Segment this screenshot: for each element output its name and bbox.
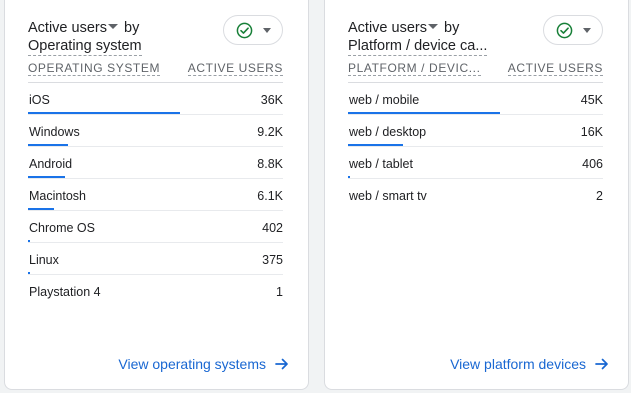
table-row[interactable]: Chrome OS 402 xyxy=(28,211,283,243)
column-header-dimension[interactable]: Platform / devic... xyxy=(348,61,481,76)
table-row[interactable]: Android 8.8K xyxy=(28,147,283,179)
row-value: 45K xyxy=(580,93,603,107)
arrow-right-icon xyxy=(595,358,608,370)
row-value: 402 xyxy=(262,221,283,235)
link-label: View platform devices xyxy=(450,356,586,372)
row-value: 9.2K xyxy=(257,125,283,139)
row-label: web / smart tv xyxy=(349,189,427,203)
column-header-metric[interactable]: Active users xyxy=(187,61,283,76)
table-header: Platform / devic... Active users xyxy=(348,57,603,83)
caret-down-icon xyxy=(262,27,271,33)
row-label: Chrome OS xyxy=(29,221,95,235)
row-label: web / mobile xyxy=(349,93,420,107)
dimension-label[interactable]: Platform / device ca... xyxy=(348,38,488,56)
share-bar xyxy=(28,112,180,114)
row-label: Macintosh xyxy=(29,189,86,203)
table-row[interactable]: web / desktop 16K xyxy=(348,115,603,147)
row-label: Linux xyxy=(29,253,59,267)
table-row[interactable]: web / smart tv 2 xyxy=(348,179,603,211)
row-label: Windows xyxy=(29,125,80,139)
row-value: 16K xyxy=(580,125,603,139)
row-value: 2 xyxy=(596,189,603,203)
title-by: by xyxy=(124,20,140,36)
row-value: 406 xyxy=(582,157,603,171)
arrow-right-icon xyxy=(275,358,288,370)
link-label: View operating systems xyxy=(118,356,266,372)
row-value: 1 xyxy=(276,285,283,299)
caret-down-icon xyxy=(582,27,591,33)
table-row[interactable]: Macintosh 6.1K xyxy=(28,179,283,211)
row-value: 375 xyxy=(262,253,283,267)
table-row[interactable]: Playstation 4 1 xyxy=(28,275,283,307)
row-label: Android xyxy=(29,157,73,171)
dashboard-stage: Active users by Operating system Operati… xyxy=(0,0,631,393)
column-header-dimension[interactable]: Operating system xyxy=(28,61,161,76)
share-bar xyxy=(348,112,500,114)
row-label: web / desktop xyxy=(349,125,427,139)
caret-down-icon[interactable] xyxy=(107,24,118,29)
caret-down-icon[interactable] xyxy=(427,24,438,29)
row-value: 6.1K xyxy=(257,189,283,203)
row-value: 36K xyxy=(260,93,283,107)
row-label: Playstation 4 xyxy=(29,285,101,299)
table-row[interactable]: Windows 9.2K xyxy=(28,115,283,147)
share-bar xyxy=(28,144,68,146)
dimension-label[interactable]: Operating system xyxy=(28,38,142,56)
check-circle-icon xyxy=(236,22,252,38)
view-operating-systems-link[interactable]: View operating systems xyxy=(118,356,289,372)
row-value: 8.8K xyxy=(257,157,283,171)
card-platform-device: Active users by Platform / device ca... … xyxy=(324,0,629,390)
share-bar xyxy=(28,208,54,210)
card-title: Active users by Platform / device ca... xyxy=(348,18,538,62)
card-operating-system: Active users by Operating system Operati… xyxy=(4,0,309,390)
check-circle-icon xyxy=(556,22,572,38)
table-row[interactable]: web / tablet 406 xyxy=(348,147,603,179)
share-bar xyxy=(348,144,403,146)
share-bar xyxy=(28,272,30,274)
view-platform-devices-link[interactable]: View platform devices xyxy=(450,356,609,372)
metric-selector[interactable]: Active users xyxy=(28,20,107,36)
table-row[interactable]: web / mobile 45K xyxy=(348,83,603,115)
card-title: Active users by Operating system xyxy=(28,18,218,62)
table-body: iOS 36K Windows 9.2K Android 8.8K Macintosh 6.1… xyxy=(28,83,283,307)
table-row[interactable]: iOS 36K xyxy=(28,83,283,115)
row-label: web / tablet xyxy=(349,157,413,171)
table-row[interactable]: Linux 375 xyxy=(28,243,283,275)
column-header-metric[interactable]: Active users xyxy=(507,61,603,76)
share-bar xyxy=(28,240,30,242)
compare-menu-button[interactable] xyxy=(543,15,603,45)
share-bar xyxy=(348,176,350,178)
table-header: Operating system Active users xyxy=(28,57,283,83)
metric-selector[interactable]: Active users xyxy=(348,20,427,36)
share-bar xyxy=(28,176,65,178)
table-body: web / mobile 45K web / desktop 16K web / tab… xyxy=(348,83,603,211)
compare-menu-button[interactable] xyxy=(223,15,283,45)
row-label: iOS xyxy=(29,93,50,107)
title-by: by xyxy=(444,20,460,36)
